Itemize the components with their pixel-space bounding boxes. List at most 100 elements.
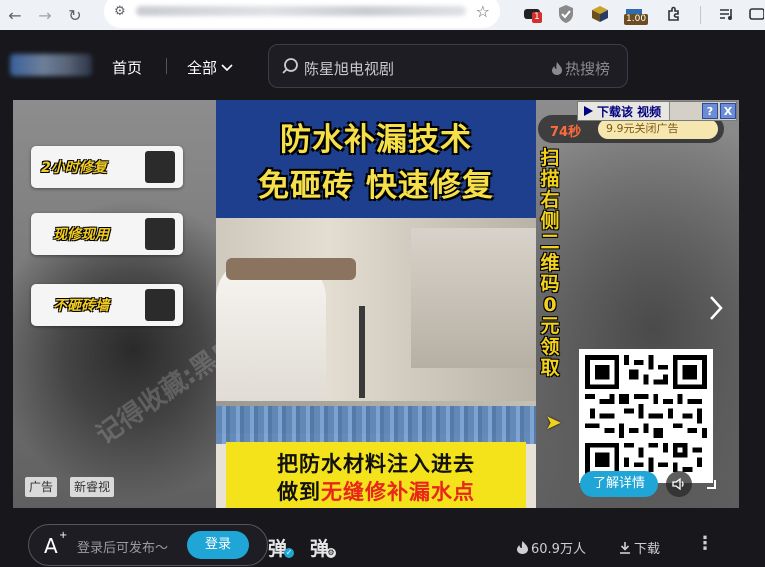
feature-icon-box [145, 218, 175, 250]
ad-center-panel: 防水补漏技术 免砸砖 快速修复 把防水材料注入进去 做到无缝修补漏水点 [216, 100, 536, 508]
feature-card-1: 2小时修复 [31, 146, 183, 188]
extension-badge: 1 [532, 12, 542, 23]
feature-icon-box [145, 151, 175, 183]
qr-code-image [585, 355, 707, 477]
vertical-char: 领 [540, 336, 560, 358]
feature-card-3: 不砸砖墙 [31, 284, 183, 326]
injection-tool [359, 306, 365, 398]
download-button[interactable]: 下载 [619, 538, 660, 557]
nav-all-label: 全部 [187, 59, 218, 77]
scan-qr-vertical-text: 扫 描 右 侧 二 维 码 0 元 领 取 [537, 148, 563, 379]
search-icon[interactable] [281, 57, 299, 75]
vertical-char: 二 [540, 231, 560, 253]
bathroom-photo [216, 218, 536, 433]
nav-home[interactable]: 首页 [112, 57, 142, 78]
heat-count-label: 60.9万人 [531, 542, 586, 557]
tab-search-icon[interactable] [744, 2, 765, 26]
ad-bottom-banner: 把防水材料注入进去 做到无缝修补漏水点 [226, 442, 526, 508]
vertical-char: 元 [540, 315, 560, 337]
browser-toolbar: ← → ↻ ⚙ ☆ 1 1.00 [0, 0, 765, 30]
learn-more-button[interactable]: 了解详情 [580, 471, 658, 497]
feature-card-2: 现修现用 [31, 213, 183, 255]
download-video-label: 下载该 视频 [597, 104, 662, 119]
player-bottom-bar: A + 登录后可发布～ 登录 弹 ✓ 弹 ⚙ 60.9万人 下载 ⋮ [13, 508, 739, 567]
download-video-button[interactable]: 下载该 视频 [578, 102, 671, 120]
site-logo[interactable] [10, 54, 92, 76]
play-icon [584, 106, 593, 116]
video-download-toolbar: 下载该 视频 ? X [577, 101, 737, 121]
forward-icon[interactable]: → [30, 0, 60, 30]
help-button[interactable]: ? [702, 103, 718, 119]
site-settings-icon[interactable]: ⚙ [114, 4, 126, 19]
more-options-icon[interactable]: ⋮ [696, 535, 714, 553]
expand-icon[interactable] [707, 480, 716, 489]
cube-extension-icon[interactable] [588, 2, 612, 26]
login-button[interactable]: 登录 [187, 531, 249, 559]
hot-search-label: 热搜榜 [565, 60, 611, 78]
feature-icon-box [145, 289, 175, 321]
heat-count: 60.9万人 [517, 538, 586, 557]
ad-bottom-line-2-black: 做到 [277, 480, 321, 504]
ad-close-offer[interactable]: 9.9元关闭广告 [598, 119, 718, 139]
vertical-char: 侧 [540, 210, 560, 232]
feature-label: 不砸砖墙 [53, 298, 109, 314]
bookmark-star-icon[interactable]: ☆ [476, 2, 490, 21]
ad-source-tag: 新睿视 [70, 477, 115, 497]
toolbar-divider [700, 6, 701, 24]
ad-title-line-1: 防水补漏技术 [280, 122, 472, 158]
qr-code[interactable] [579, 349, 713, 483]
download-label: 下载 [634, 542, 661, 557]
hot-search-link[interactable]: 热搜榜 [552, 58, 610, 79]
vertical-char: 取 [540, 357, 560, 379]
speaker-icon[interactable] [666, 471, 692, 497]
search-box[interactable]: 陈星旭电视剧 热搜榜 [268, 44, 628, 88]
danmu-settings-icon[interactable]: 弹 ⚙ [310, 534, 336, 561]
gear-icon: ⚙ [326, 548, 336, 558]
site-header: 首页 全部 陈星旭电视剧 热搜榜 [0, 30, 765, 100]
zoom-extension-icon[interactable]: 1.00 [622, 2, 649, 26]
check-icon: ✓ [284, 548, 294, 558]
chevron-right-icon[interactable] [709, 295, 723, 325]
vertical-char: 码 [540, 273, 560, 295]
shield-extension-icon[interactable] [554, 2, 578, 26]
ad-title-banner: 防水补漏技术 免砸砖 快速修复 [216, 100, 536, 218]
danmu-toggle-icon[interactable]: 弹 ✓ [268, 534, 294, 561]
nav-all-dropdown[interactable]: 全部 [187, 57, 233, 78]
puzzle-icon[interactable] [662, 2, 686, 26]
vertical-char: 描 [540, 168, 560, 190]
zoom-badge: 1.00 [624, 14, 649, 25]
arrow-right-icon: ➤ [545, 410, 562, 434]
plus-icon: + [59, 530, 68, 541]
feature-label: 2小时修复 [41, 160, 107, 176]
extension-icon[interactable]: 1 [520, 2, 544, 26]
ad-title-line-2: 免砸砖 快速修复 [258, 168, 494, 204]
media-control-icon[interactable] [714, 2, 738, 26]
vertical-char: 右 [540, 189, 560, 211]
chevron-down-icon [221, 63, 233, 71]
vertical-char: 0 [543, 294, 557, 316]
counter-top [226, 258, 356, 280]
flame-icon [517, 541, 528, 554]
address-bar[interactable]: ⚙ ☆ [104, 0, 500, 28]
danmu-input[interactable]: A + 登录后可发布～ 登录 [28, 524, 268, 566]
text-style-icon[interactable]: A [44, 534, 58, 558]
wall-tile [411, 228, 536, 368]
close-button[interactable]: X [720, 103, 736, 119]
ad-countdown-seconds: 74秒 [550, 125, 582, 140]
blurred-url [135, 6, 466, 16]
video-player[interactable]: 2小时修复 现修现用 不砸砖墙 记得收藏:黑白 防水补漏技术 免砸砖 快速修复 … [13, 100, 739, 508]
vertical-char: 扫 [540, 147, 560, 169]
flame-icon [552, 62, 562, 75]
back-icon[interactable]: ← [0, 0, 30, 30]
vertical-char: 维 [540, 252, 560, 274]
ad-bottom-line-2-red: 无缝修补漏水点 [321, 480, 475, 504]
feature-label: 现修现用 [53, 227, 109, 243]
ad-bottom-line-2: 做到无缝修补漏水点 [226, 476, 526, 506]
danmu-placeholder: 登录后可发布～ [77, 541, 169, 556]
search-input[interactable]: 陈星旭电视剧 [304, 58, 394, 79]
ad-label-tag: 广告 [25, 477, 58, 497]
ad-bottom-line-1: 把防水材料注入进去 [277, 452, 475, 476]
reload-icon[interactable]: ↻ [60, 0, 90, 30]
download-icon [620, 542, 630, 554]
water-pattern [216, 406, 536, 444]
